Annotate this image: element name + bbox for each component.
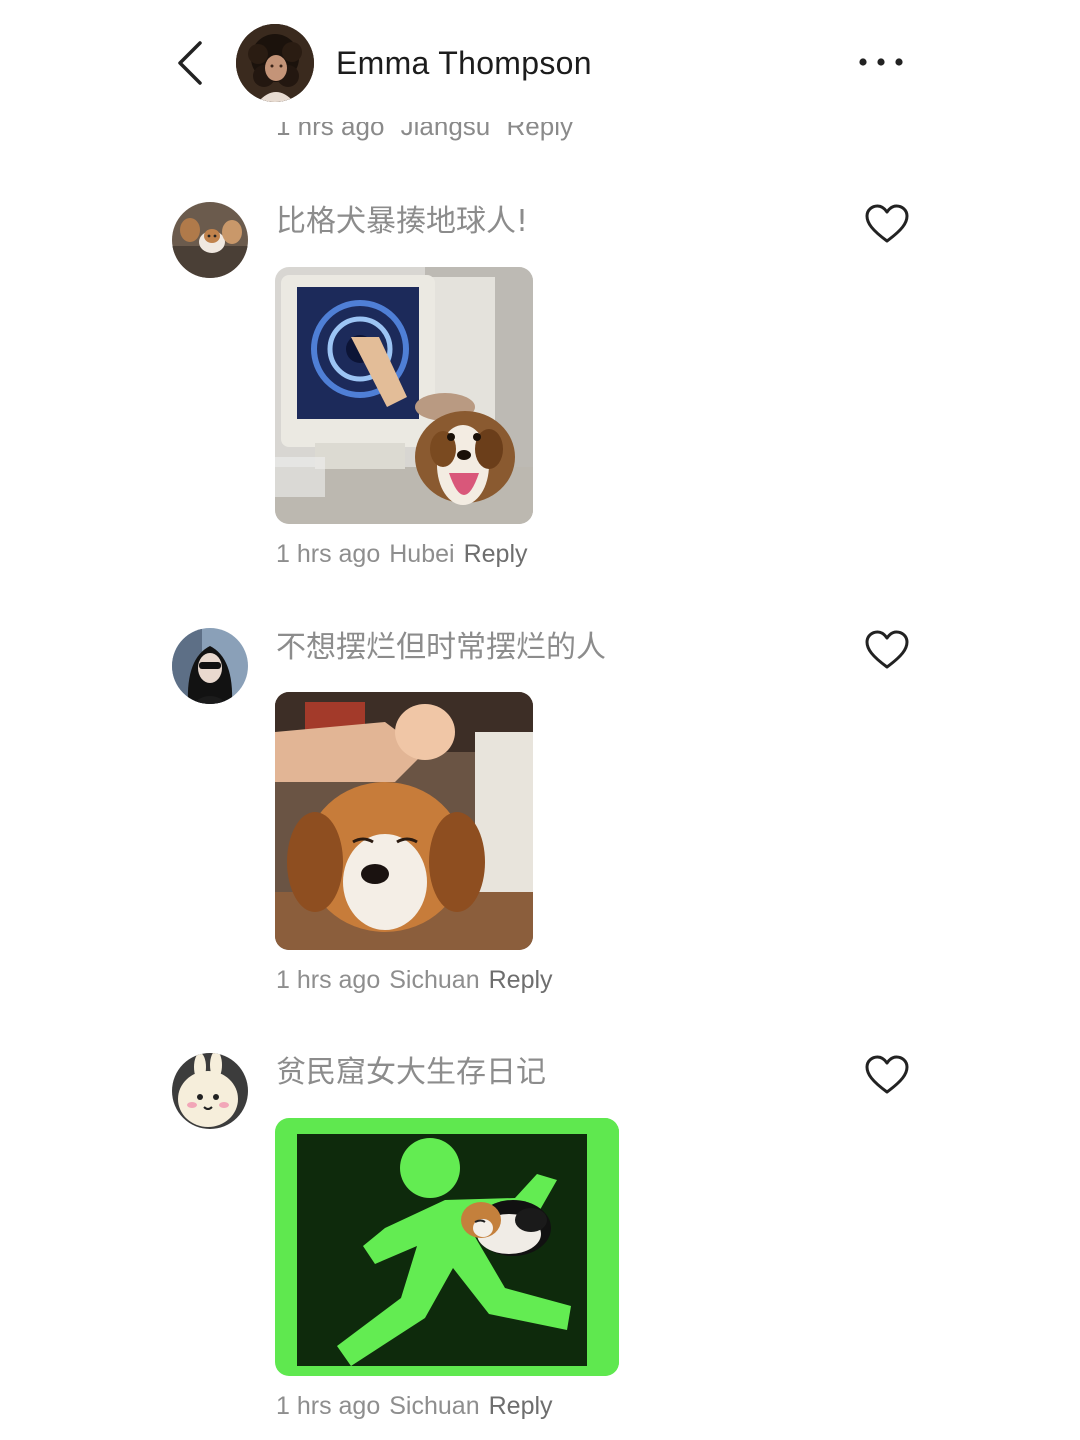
heart-outline-icon (865, 204, 909, 243)
like-button[interactable] (864, 1054, 910, 1096)
avatar-image (236, 24, 314, 102)
comment-time: 1 hrs ago (276, 1392, 381, 1420)
like-button[interactable] (864, 629, 910, 671)
comment-location: Hubei (389, 540, 455, 568)
more-dots-icon (859, 58, 903, 66)
comment-location: Sichuan (389, 966, 480, 994)
comment-gif-image[interactable] (275, 267, 533, 524)
comments-screen: 1 hrs ago Jiangsu Reply Emma Thompson 比格… (0, 0, 1080, 1440)
profile-avatar[interactable] (236, 24, 314, 102)
back-button[interactable] (170, 38, 210, 88)
chevron-left-icon (178, 41, 202, 85)
comment-time: 1 hrs ago (276, 540, 381, 568)
heart-outline-icon (865, 1055, 909, 1094)
comment-username[interactable]: 不想摆烂但时常摆烂的人 (276, 626, 606, 670)
girl-avatar-image (172, 628, 248, 704)
comment-username[interactable]: 比格犬暴揍地球人! (276, 200, 528, 244)
comment-meta: 1 hrs ago Sichuan Reply (276, 1386, 553, 1426)
comment-avatar[interactable] (172, 1053, 248, 1129)
cartoon-bunny-avatar-image (172, 1053, 248, 1129)
heart-outline-icon (865, 630, 909, 669)
comment-gif-image[interactable] (275, 692, 533, 950)
reply-link[interactable]: Reply (489, 966, 553, 994)
comment-meta: 1 hrs ago Hubei Reply (276, 534, 528, 574)
like-button[interactable] (864, 203, 910, 245)
comment-avatar[interactable] (172, 628, 248, 704)
comment-meta: 1 hrs ago Sichuan Reply (276, 960, 553, 1000)
top-bar: Emma Thompson (0, 0, 1080, 122)
comment-avatar[interactable] (172, 202, 248, 278)
profile-name[interactable]: Emma Thompson (336, 40, 592, 86)
beagle-exit-sign-image (275, 1118, 619, 1376)
reply-link[interactable]: Reply (489, 1392, 553, 1420)
comment-username[interactable]: 贫民窟女大生存日记 (276, 1051, 546, 1095)
comment-gif-image[interactable] (275, 1118, 619, 1376)
dogs-avatar-image (172, 202, 248, 278)
beagle-computer-image (275, 267, 533, 524)
reply-link[interactable]: Reply (464, 540, 528, 568)
comment-time: 1 hrs ago (276, 966, 381, 994)
comment-location: Sichuan (389, 1392, 480, 1420)
more-options-button[interactable] (852, 44, 912, 80)
beagle-head-pat-image (275, 692, 533, 950)
